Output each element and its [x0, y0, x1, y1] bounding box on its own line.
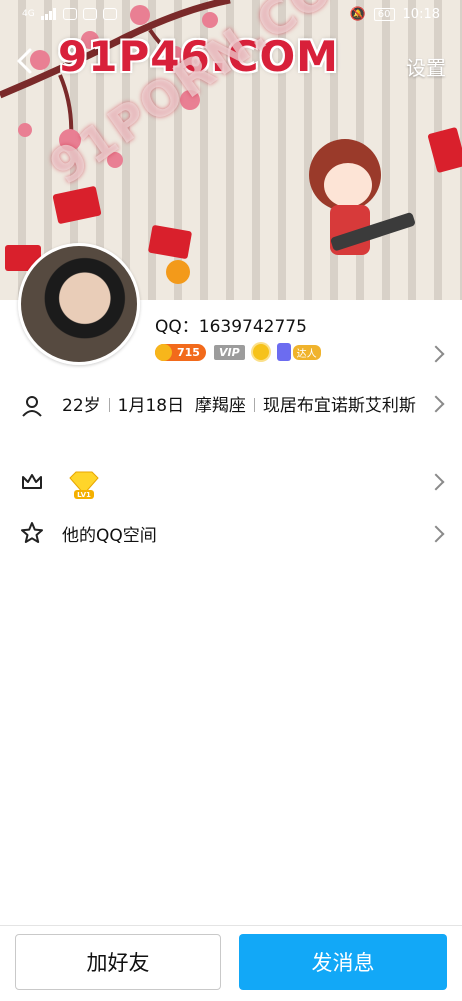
badge-row[interactable]: 715 VIP 达人	[155, 343, 321, 361]
settings-button[interactable]: 设置	[406, 52, 446, 81]
wing-icon	[276, 343, 291, 361]
battery-indicator: 60	[373, 8, 395, 21]
crown-icon	[22, 474, 42, 489]
zodiac: 摩羯座	[194, 396, 246, 416]
profile-info[interactable]: 22岁 1月18日 摩羯座 现居布宜诺斯艾利斯	[62, 392, 422, 420]
back-icon[interactable]	[12, 46, 38, 76]
clock: 10:18	[402, 7, 440, 22]
daren-label: 达人	[292, 344, 321, 360]
daren-badge: 达人	[276, 343, 321, 361]
age: 22岁	[62, 396, 101, 416]
qzone-link[interactable]: 他的QQ空间	[62, 521, 157, 546]
qzone-chevron-icon[interactable]	[427, 525, 445, 543]
info-chevron-icon[interactable]	[427, 395, 445, 413]
location: 现居布宜诺斯艾利斯	[262, 396, 416, 416]
level-diamond-icon[interactable]: LV1	[66, 470, 102, 500]
add-friend-button[interactable]: 加好友	[15, 934, 221, 990]
avatar[interactable]	[18, 243, 140, 365]
coin-count: 715	[177, 345, 200, 359]
divider	[253, 398, 255, 412]
divider	[108, 398, 110, 412]
star-icon	[21, 522, 43, 543]
sun-icon	[252, 344, 269, 360]
birthday: 1月18日	[117, 396, 185, 416]
level-chevron-icon[interactable]	[427, 473, 445, 491]
qq-notification-icon	[82, 8, 97, 20]
signal-icon	[40, 8, 56, 20]
qq-number: QQ：1639742775	[155, 317, 307, 337]
send-message-button[interactable]: 发消息	[239, 934, 447, 990]
network-indicator: 4G	[22, 9, 35, 19]
coin-badge: 715	[155, 343, 206, 361]
level-badge: LV1	[77, 491, 91, 499]
badges-chevron-icon[interactable]	[427, 345, 445, 363]
vip-badge: VIP	[213, 344, 245, 360]
bulb-notification-icon	[102, 8, 117, 20]
person-icon	[22, 396, 42, 417]
app-notification-icon	[62, 8, 77, 20]
coin-icon	[155, 343, 172, 361]
mute-icon: 🔕	[349, 7, 366, 22]
